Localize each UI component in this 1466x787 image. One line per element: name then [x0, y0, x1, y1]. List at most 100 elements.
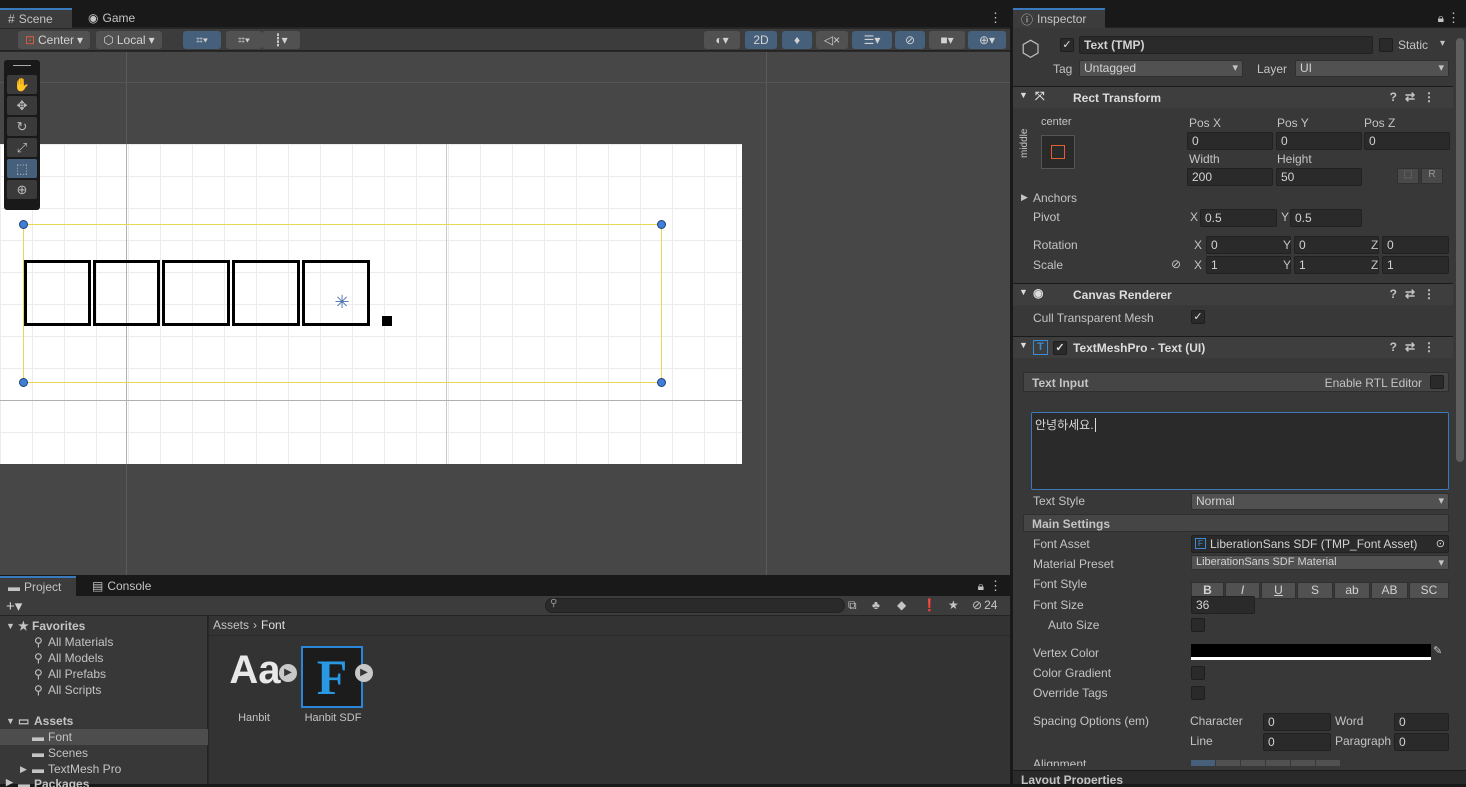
favorites-header[interactable]: ▼ ★ Favorites: [0, 618, 208, 634]
search-input[interactable]: ⚲: [545, 598, 845, 613]
assets-folder[interactable]: ▼ ▭ Assets: [0, 713, 208, 729]
font-asset-field[interactable]: F LiberationSans SDF (TMP_Font Asset) ⊙: [1191, 535, 1449, 553]
auto-size-checkbox[interactable]: [1191, 618, 1205, 632]
component-header-icons[interactable]: ?⇄⋮: [1390, 340, 1443, 354]
grid-snap-button[interactable]: ⌗▾: [183, 31, 221, 49]
anchor-presets-button[interactable]: [1041, 135, 1075, 169]
tab-project[interactable]: ▬ Project: [0, 576, 76, 596]
color-gradient-checkbox[interactable]: [1191, 666, 1205, 680]
tree-item-scenes-folder[interactable]: ▬ Scenes: [0, 745, 208, 761]
tab-console[interactable]: ▤ Console: [84, 576, 164, 596]
rtl-editor-checkbox[interactable]: [1430, 375, 1444, 389]
raw-edit-button[interactable]: R: [1421, 168, 1443, 184]
effects-dropdown[interactable]: ☰▾: [852, 31, 892, 49]
text-input-area[interactable]: 안녕하세요.: [1031, 412, 1449, 490]
component-header-icons[interactable]: ?⇄⋮: [1390, 90, 1443, 104]
eyedropper-icon[interactable]: ✎: [1433, 644, 1449, 660]
scale-x-field[interactable]: 1: [1206, 256, 1291, 274]
pos-x-field[interactable]: 0: [1187, 132, 1273, 150]
tab-inspector[interactable]: ⓘ Inspector: [1013, 8, 1105, 28]
lock-icon[interactable]: 🔒︎: [978, 579, 984, 594]
hidden-packages-toggle[interactable]: ⊘ 24: [972, 598, 997, 612]
rect-tool-icon[interactable]: ⬚: [7, 159, 37, 178]
more-menu-icon[interactable]: ⋮: [989, 578, 1002, 594]
tree-item-favorite[interactable]: ⚲ All Scripts: [0, 682, 208, 698]
align-flush-button[interactable]: [1291, 760, 1315, 766]
underline-button[interactable]: U: [1261, 582, 1296, 599]
align-justify-button[interactable]: [1266, 760, 1290, 766]
search-by-type-icon[interactable]: ⧉: [848, 598, 857, 613]
override-tags-checkbox[interactable]: [1191, 686, 1205, 700]
gizmos-dropdown[interactable]: ⊕▾: [968, 31, 1006, 49]
static-checkbox[interactable]: [1379, 38, 1393, 52]
expand-arrow-icon[interactable]: ▶: [1021, 192, 1028, 203]
scale-y-field[interactable]: 1: [1294, 256, 1379, 274]
rotation-x-field[interactable]: 0: [1206, 236, 1291, 254]
collapse-arrow-icon[interactable]: ▼: [1019, 340, 1028, 350]
scale-tool-icon[interactable]: ⤢: [7, 138, 37, 157]
move-tool-icon[interactable]: ✥: [7, 96, 37, 115]
width-field[interactable]: 200: [1187, 168, 1273, 186]
tree-item-favorite[interactable]: ⚲ All Prefabs: [0, 666, 208, 682]
lighting-toggle[interactable]: ♦: [782, 31, 812, 49]
material-preset-dropdown[interactable]: LiberationSans SDF Material: [1191, 555, 1449, 570]
static-dropdown-icon[interactable]: ▾: [1440, 38, 1445, 49]
transform-tool-icon[interactable]: ⊕: [7, 180, 37, 199]
ruler-button[interactable]: ┋▾: [262, 31, 300, 49]
toggle-2d-button[interactable]: 2D: [745, 31, 777, 49]
rotation-y-field[interactable]: 0: [1294, 236, 1379, 254]
align-geometry-button[interactable]: [1316, 760, 1340, 766]
active-checkbox[interactable]: ✓: [1060, 38, 1074, 52]
tree-item-favorite[interactable]: ⚲ All Materials: [0, 634, 208, 650]
breadcrumb-font[interactable]: Font: [261, 618, 285, 633]
layer-dropdown[interactable]: UI: [1295, 60, 1449, 77]
more-menu-icon[interactable]: ⋮: [989, 10, 1002, 26]
text-style-dropdown[interactable]: Normal: [1191, 493, 1449, 510]
font-asset-sdf-icon[interactable]: F: [301, 646, 363, 708]
resize-handle[interactable]: [657, 220, 666, 229]
inspector-scrollbar[interactable]: [1456, 38, 1464, 462]
hand-tool-icon[interactable]: ✋: [7, 75, 37, 94]
rotation-z-field[interactable]: 0: [1382, 236, 1449, 254]
pivot-mode-dropdown[interactable]: ⊡ Center ▾: [18, 31, 90, 49]
increment-snap-button[interactable]: ⌗▾: [226, 31, 262, 49]
cull-transparent-mesh-checkbox[interactable]: ✓: [1191, 310, 1205, 324]
main-settings-section[interactable]: Main Settings: [1023, 514, 1449, 532]
pivot-gizmo-icon[interactable]: ✳: [331, 292, 353, 314]
scene-viewport[interactable]: ✳ ✋ ✥ ↻ ⤢ ⬚ ⊕: [0, 52, 1010, 575]
line-spacing-field[interactable]: 0: [1263, 733, 1331, 751]
link-icon[interactable]: ⊘: [1171, 257, 1181, 271]
pivot-x-field[interactable]: 0.5: [1200, 209, 1277, 227]
pos-z-field[interactable]: 0: [1364, 132, 1450, 150]
more-menu-icon[interactable]: ⋮: [1447, 10, 1460, 26]
packages-folder[interactable]: ▶ ▬ Packages: [0, 777, 208, 787]
lowercase-button[interactable]: ab: [1334, 582, 1370, 599]
visibility-toggle[interactable]: ⊘: [895, 31, 925, 49]
shading-mode-button[interactable]: ◐▾: [704, 31, 740, 49]
log-filter-icon[interactable]: ❗: [922, 598, 937, 612]
layout-properties-bar[interactable]: Layout Properties: [1013, 770, 1466, 784]
filter-type-icon[interactable]: ♣: [872, 598, 880, 612]
paragraph-spacing-field[interactable]: 0: [1394, 733, 1449, 751]
smallcaps-button[interactable]: SC: [1409, 582, 1449, 599]
align-right-button[interactable]: [1241, 760, 1265, 766]
anchors-foldout[interactable]: Anchors: [1033, 191, 1077, 205]
lock-icon[interactable]: 🔒︎: [1438, 11, 1444, 26]
breadcrumb-assets[interactable]: Assets: [213, 618, 249, 633]
favorite-star-icon[interactable]: ★: [948, 598, 959, 612]
pos-y-field[interactable]: 0: [1276, 132, 1362, 150]
pivot-y-field[interactable]: 0.5: [1290, 209, 1362, 227]
expand-asset-icon[interactable]: ▶: [279, 664, 297, 682]
textmeshpro-header[interactable]: ▼ T ✓ TextMeshPro - Text (UI) ?⇄⋮: [1013, 336, 1453, 358]
label-filter-icon[interactable]: ◆: [897, 598, 906, 612]
audio-toggle[interactable]: ◁×: [816, 31, 848, 49]
object-name-field[interactable]: Text (TMP): [1079, 36, 1373, 54]
blueprint-mode-button[interactable]: ⬚: [1397, 168, 1419, 184]
uppercase-button[interactable]: AB: [1371, 582, 1408, 599]
drag-handle-icon[interactable]: [13, 65, 31, 71]
vertex-color-swatch[interactable]: [1191, 644, 1431, 660]
align-center-button[interactable]: [1216, 760, 1240, 766]
canvas-renderer-header[interactable]: ▼ ◉ Canvas Renderer ?⇄⋮: [1013, 283, 1453, 305]
font-size-field[interactable]: 36: [1191, 596, 1255, 614]
strikethrough-button[interactable]: S: [1297, 582, 1333, 599]
